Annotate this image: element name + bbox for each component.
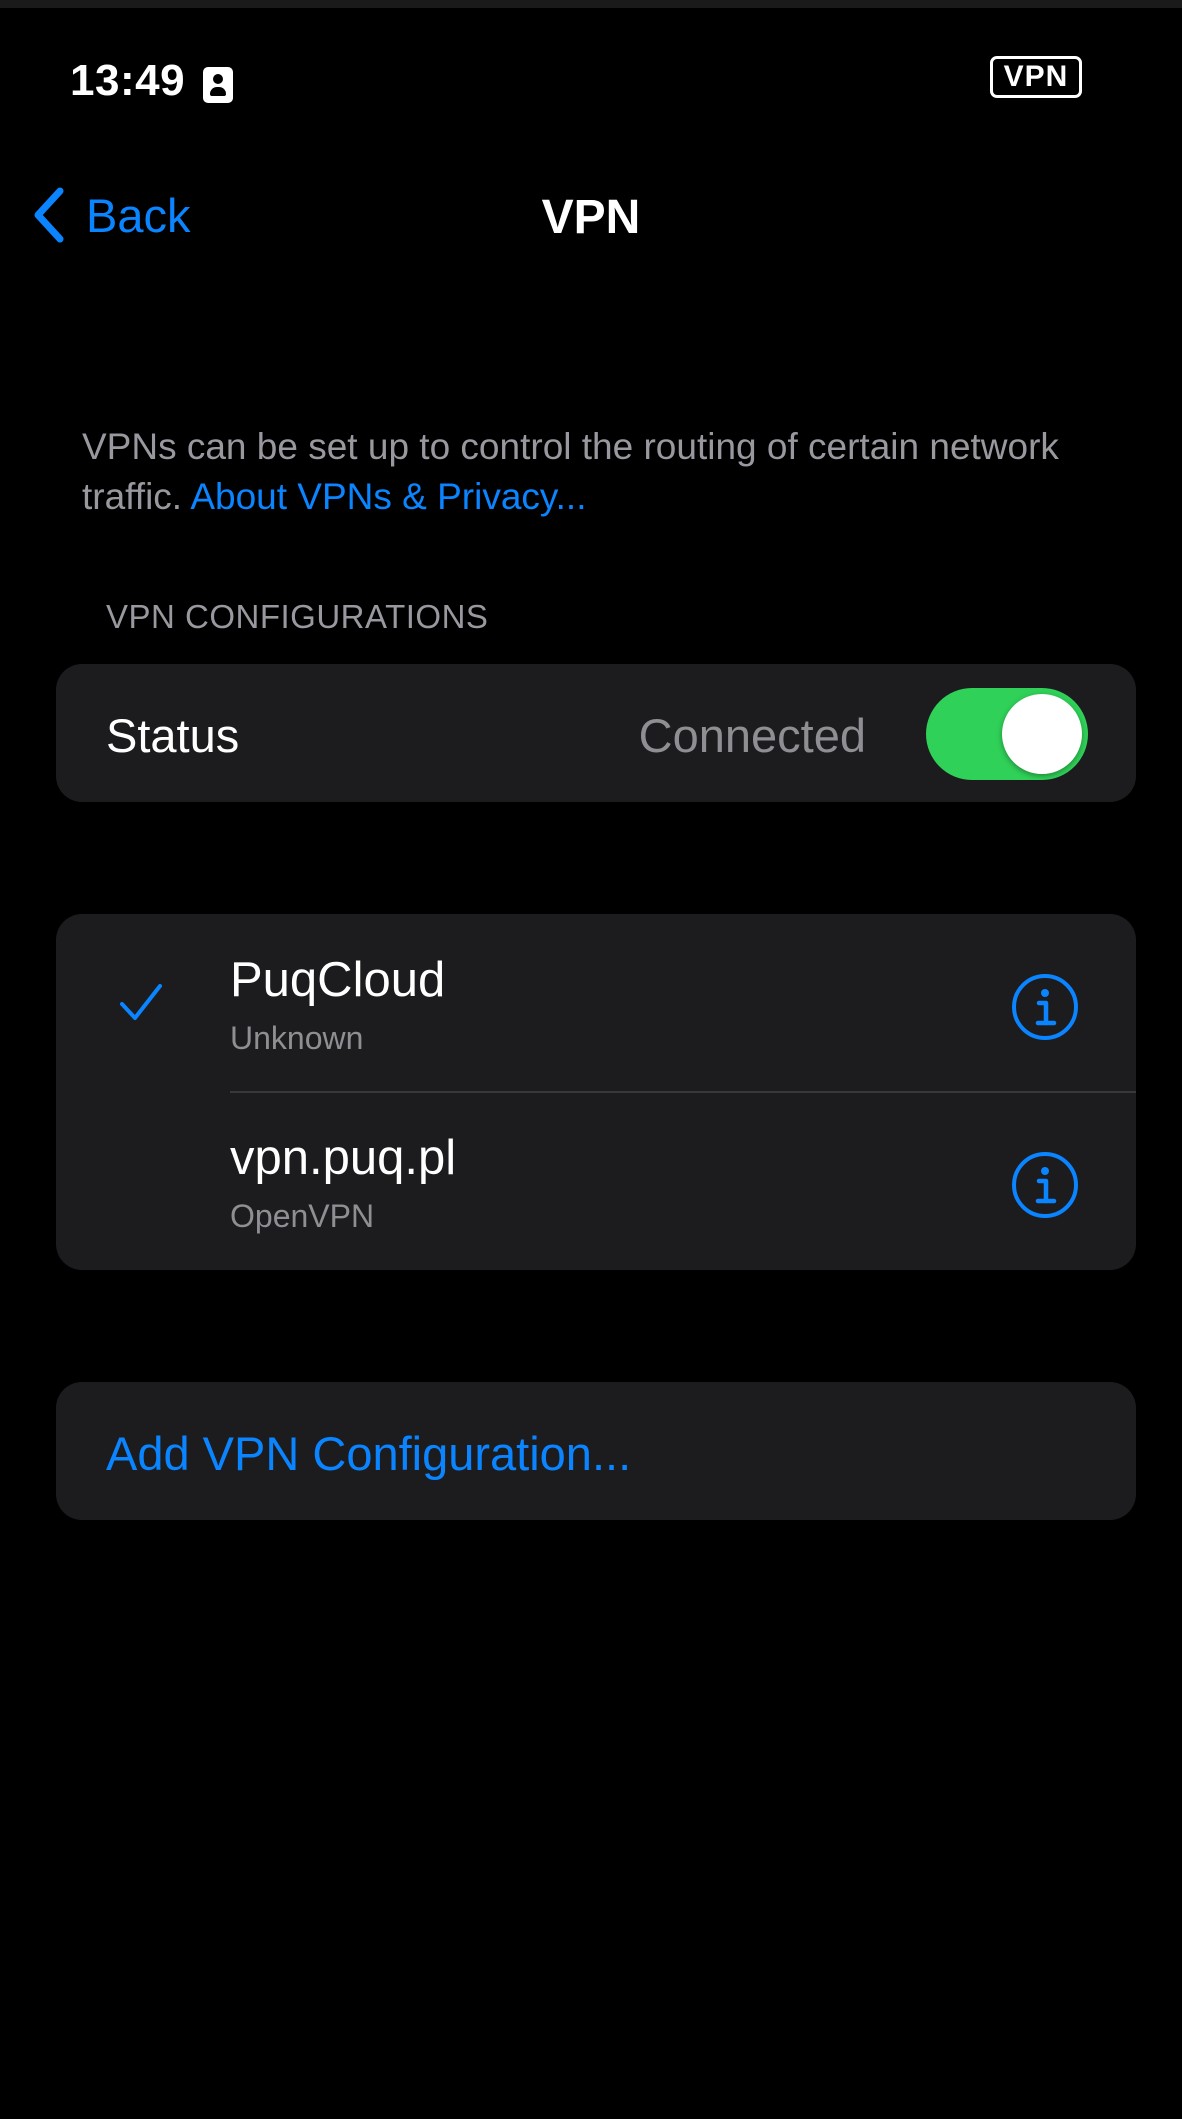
contact-card-icon bbox=[203, 67, 233, 103]
add-vpn-configuration-button[interactable]: Add VPN Configuration... bbox=[56, 1382, 1136, 1520]
status-value: Connected bbox=[638, 709, 866, 762]
vpn-config-type: OpenVPN bbox=[230, 1198, 375, 1234]
vpn-configurations-list: PuqCloud Unknown vpn.puq.pl OpenVPN bbox=[56, 914, 1136, 1270]
vpn-config-name: PuqCloud bbox=[230, 953, 446, 1007]
vpn-config-name: vpn.puq.pl bbox=[230, 1131, 457, 1185]
page-title: VPN bbox=[541, 191, 641, 244]
status-label: Status bbox=[106, 709, 240, 762]
checkmark-icon bbox=[120, 984, 162, 1020]
vpn-config-type: Unknown bbox=[230, 1020, 364, 1056]
vpn-status-badge: VPN bbox=[990, 56, 1082, 98]
toggle-knob bbox=[1002, 694, 1082, 774]
add-vpn-configuration-label: Add VPN Configuration... bbox=[106, 1427, 632, 1480]
navigation-bar: Back VPN bbox=[0, 170, 1182, 260]
info-circle-icon[interactable] bbox=[1010, 1150, 1080, 1220]
status-time: 13:49 bbox=[70, 56, 186, 105]
section-header-vpn-configurations: VPN CONFIGURATIONS bbox=[106, 598, 489, 635]
vpn-description: VPNs can be set up to control the routin… bbox=[82, 422, 1122, 522]
info-circle-icon[interactable] bbox=[1010, 972, 1080, 1042]
status-group: Status Connected bbox=[56, 664, 1136, 802]
status-bar: 13:49 VPN bbox=[0, 0, 1182, 170]
about-vpn-privacy-link[interactable]: About VPNs & Privacy... bbox=[190, 476, 586, 517]
vpn-config-row-puqcloud[interactable]: PuqCloud Unknown bbox=[56, 914, 1136, 1093]
vpn-config-row-vpn-puq-pl[interactable]: vpn.puq.pl OpenVPN bbox=[56, 1092, 1136, 1270]
vpn-status-toggle[interactable] bbox=[926, 688, 1088, 780]
